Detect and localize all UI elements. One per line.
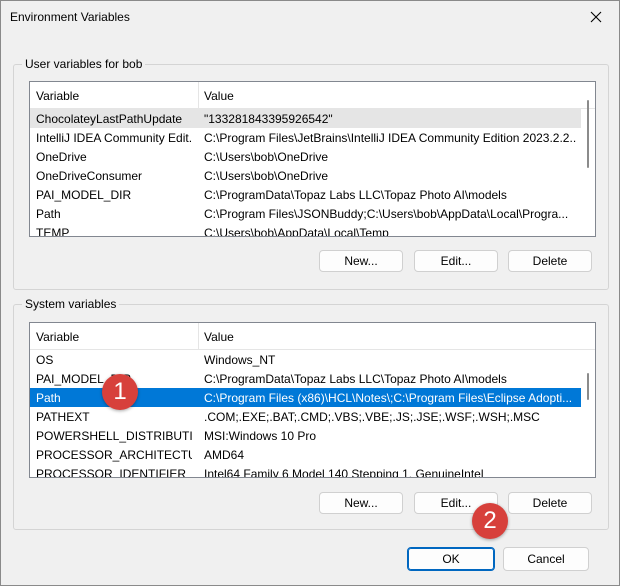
system-delete-button[interactable]: Delete: [508, 492, 592, 514]
table-row[interactable]: OneDriveConsumer C:\Users\bob\OneDrive: [30, 166, 581, 185]
table-row[interactable]: PROCESSOR_IDENTIFIER Intel64 Family 6 Mo…: [30, 464, 581, 478]
variable-value: Intel64 Family 6 Model 140 Stepping 1, G…: [204, 467, 484, 478]
user-delete-button[interactable]: Delete: [508, 250, 592, 272]
variable-name: PROCESSOR_IDENTIFIER: [36, 467, 187, 478]
system-variables-group: System variables Variable Value OS Windo…: [13, 297, 609, 530]
column-header-value[interactable]: Value: [204, 330, 234, 344]
system-variables-label: System variables: [22, 297, 120, 311]
variable-name: IntelliJ IDEA Community Edit...: [36, 131, 192, 145]
table-row[interactable]: PATHEXT .COM;.EXE;.BAT;.CMD;.VBS;.VBE;.J…: [30, 407, 581, 426]
variable-name: PAI_MODEL_DIR: [36, 188, 132, 202]
variable-value: "133281843395926542": [204, 112, 333, 126]
variable-value: C:\Users\bob\AppData\Local\Temp: [204, 226, 389, 237]
scrollbar-thumb[interactable]: [587, 373, 589, 400]
table-row[interactable]: OS Windows_NT: [30, 350, 581, 369]
window-title: Environment Variables: [10, 10, 130, 24]
variable-value: C:\Program Files\JetBrains\IntelliJ IDEA…: [204, 131, 576, 145]
variable-name: POWERSHELL_DISTRIBUTIO...: [36, 429, 192, 443]
close-icon: [590, 11, 602, 23]
table-row[interactable]: IntelliJ IDEA Community Edit... C:\Progr…: [30, 128, 581, 147]
variable-value: MSI:Windows 10 Pro: [204, 429, 317, 443]
table-row[interactable]: TEMP C:\Users\bob\AppData\Local\Temp: [30, 223, 581, 237]
cancel-button[interactable]: Cancel: [503, 547, 589, 571]
variable-value: C:\ProgramData\Topaz Labs LLC\Topaz Phot…: [204, 372, 507, 386]
vertical-scrollbar[interactable]: [581, 82, 595, 236]
table-row[interactable]: ChocolateyLastPathUpdate "13328184339592…: [30, 109, 581, 128]
user-variables-list[interactable]: Variable Value ChocolateyLastPathUpdate …: [29, 81, 596, 237]
annotation-badge-2: 2: [472, 503, 508, 539]
variable-value: AMD64: [204, 448, 245, 462]
variable-value: Windows_NT: [204, 353, 276, 367]
column-divider[interactable]: [198, 82, 199, 108]
variable-name: Path: [36, 207, 61, 221]
table-row[interactable]: PAI_MODEL_DIR C:\ProgramData\Topaz Labs …: [30, 185, 581, 204]
annotation-badge-1: 1: [102, 374, 138, 410]
system-new-button[interactable]: New...: [319, 492, 403, 514]
vertical-scrollbar[interactable]: [581, 323, 595, 477]
user-variables-group: User variables for bob Variable Value Ch…: [13, 57, 609, 290]
column-header-variable[interactable]: Variable: [36, 330, 79, 344]
variable-name: ChocolateyLastPathUpdate: [36, 112, 183, 126]
scrollbar-thumb[interactable]: [587, 100, 589, 168]
table-row[interactable]: PROCESSOR_ARCHITECTURE AMD64: [30, 445, 581, 464]
column-header-variable[interactable]: Variable: [36, 89, 79, 103]
variable-value: C:\ProgramData\Topaz Labs LLC\Topaz Phot…: [204, 188, 507, 202]
variable-name: OS: [36, 353, 54, 367]
table-row[interactable]: OneDrive C:\Users\bob\OneDrive: [30, 147, 581, 166]
list-header: Variable Value: [30, 82, 595, 109]
table-row[interactable]: POWERSHELL_DISTRIBUTIO... MSI:Windows 10…: [30, 426, 581, 445]
variable-name: OneDriveConsumer: [36, 169, 143, 183]
list-header: Variable Value: [30, 323, 595, 350]
variable-value: C:\Program Files\JSONBuddy;C:\Users\bob\…: [204, 207, 569, 221]
variable-name: PROCESSOR_ARCHITECTURE: [36, 448, 192, 462]
table-row[interactable]: Path C:\Program Files\JSONBuddy;C:\Users…: [30, 204, 581, 223]
close-button[interactable]: [573, 1, 619, 33]
user-variables-label: User variables for bob: [22, 57, 146, 71]
user-edit-button[interactable]: Edit...: [414, 250, 498, 272]
variable-value: C:\Users\bob\OneDrive: [204, 150, 329, 164]
user-new-button[interactable]: New...: [319, 250, 403, 272]
ok-button[interactable]: OK: [407, 547, 495, 571]
variable-value: .COM;.EXE;.BAT;.CMD;.VBS;.VBE;.JS;.JSE;.…: [204, 410, 540, 424]
title-bar: Environment Variables: [1, 1, 619, 33]
column-divider[interactable]: [198, 323, 199, 349]
variable-value: C:\Users\bob\OneDrive: [204, 169, 329, 183]
variable-name: PATHEXT: [36, 410, 90, 424]
variable-name: OneDrive: [36, 150, 87, 164]
variable-name: TEMP: [36, 226, 70, 237]
column-header-value[interactable]: Value: [204, 89, 234, 103]
variable-value: C:\Program Files (x86)\HCL\Notes\;C:\Pro…: [204, 391, 573, 405]
environment-variables-dialog: Environment Variables User variables for…: [0, 0, 620, 586]
